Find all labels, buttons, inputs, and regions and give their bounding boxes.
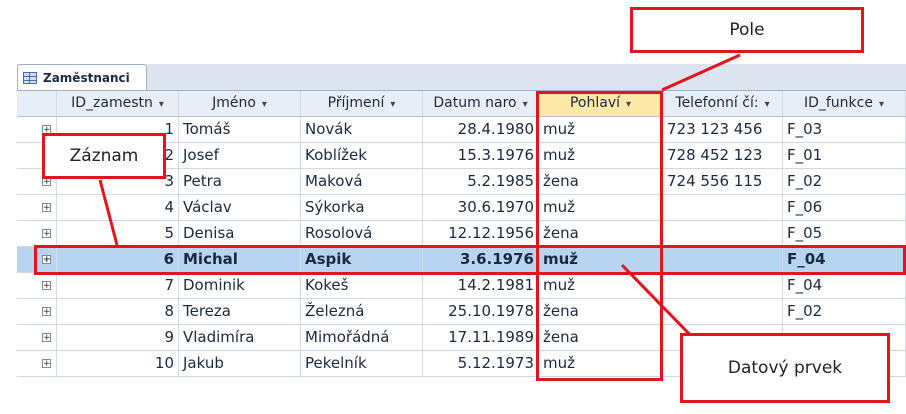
- zaznam-connector-line: [98, 179, 119, 246]
- callout-zaznam-text: Záznam: [69, 146, 139, 166]
- pole-connector-line: [661, 53, 741, 92]
- callout-zaznam: Záznam: [42, 133, 166, 179]
- callout-pole-text: Pole: [729, 20, 765, 40]
- callout-datovy-prvek-text: Datový prvek: [727, 358, 843, 378]
- callout-pole: Pole: [630, 7, 864, 53]
- callout-datovy-prvek: Datový prvek: [680, 333, 890, 403]
